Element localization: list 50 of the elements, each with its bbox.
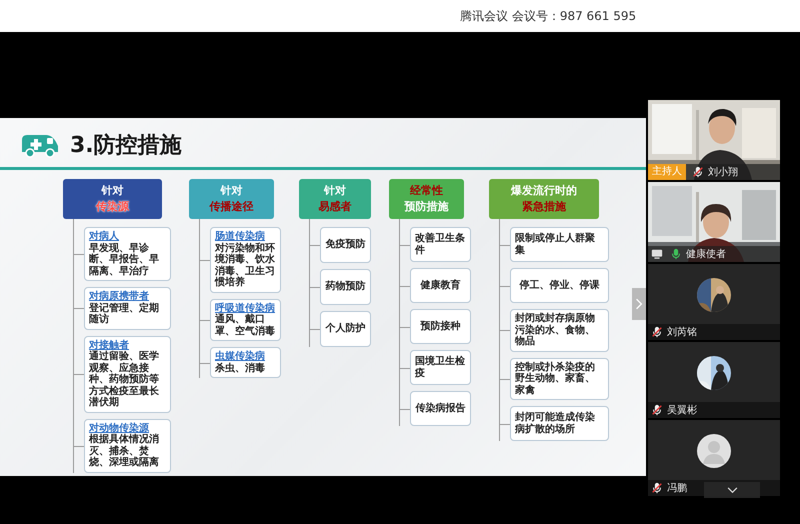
card-text: 健康教育 <box>420 280 460 292</box>
ambulance-icon <box>20 132 60 158</box>
card-text: 根据具体情况消灭、捕杀、焚烧、深埋或隔离 <box>89 434 160 468</box>
card-text: 对污染物和环境消毒、饮水消毒、卫生习惯培养 <box>215 242 276 288</box>
header-text: 针对 <box>324 183 346 199</box>
host-badge: 主持人 <box>648 164 686 180</box>
screen-icon <box>651 248 663 260</box>
chevron-right-icon <box>635 297 643 311</box>
header-text: 爆发流行时的 <box>511 183 578 199</box>
card-heading: 对病人 <box>89 231 120 242</box>
header-text: 易感者 <box>318 199 352 215</box>
card-heading: 肠道传染病 <box>215 231 266 242</box>
card-text: 停工、停业、停课 <box>520 280 600 292</box>
header-text: 针对 <box>220 183 242 199</box>
card-text: 封闭可能造成传染病扩散的场所 <box>515 412 596 435</box>
card-text: 预防接种 <box>420 320 460 332</box>
header-text: 传染源 <box>96 199 130 215</box>
participant-name: 刘小翔 <box>708 166 738 179</box>
card-text: 改善卫生条件 <box>415 233 466 256</box>
participant-name: 吴翼彬 <box>667 404 697 417</box>
participant-name: 冯鹏 <box>667 482 687 495</box>
next-page-button[interactable] <box>632 288 646 320</box>
card-text: 通过留验、医学观察、应急接种、药物预防等方式检疫至最长潜伏期 <box>89 351 160 408</box>
card-heading: 对病原携带者 <box>89 291 150 302</box>
avatar-icon <box>697 434 731 468</box>
card-text: 传染病报告 <box>416 402 466 414</box>
card-text: 药物预防 <box>326 281 366 293</box>
card-heading: 呼吸道传染病 <box>215 302 276 314</box>
header-text: 预防措施 <box>404 199 449 215</box>
card-text: 个人防护 <box>326 323 366 335</box>
card-text: 国境卫生检疫 <box>415 356 466 379</box>
card-text: 限制或停止人群聚集 <box>515 233 596 256</box>
meeting-title: 腾讯会议 会议号：987 661 595 <box>460 8 636 24</box>
header-text: 经常性 <box>410 183 444 199</box>
card-text: 杀虫、消毒 <box>215 362 266 374</box>
header-text: 传播途径 <box>209 199 254 215</box>
header-text: 针对 <box>102 183 124 199</box>
card-text: 早发现、早诊断、早报告、早隔离、早治疗 <box>89 242 160 277</box>
participant-name: 刘芮铭 <box>667 326 697 339</box>
participant-name: 健康使者 <box>686 248 726 261</box>
card-text: 免疫预防 <box>326 239 366 251</box>
card-heading: 虫媒传染病 <box>215 351 266 362</box>
card-heading: 对动物传染源 <box>89 422 150 434</box>
slide-title: 3.防控措施 <box>70 132 182 160</box>
card-text: 登记管理、定期随访 <box>89 302 160 326</box>
card-text: 封闭或封存病原物污染的水、食物、物品 <box>515 313 596 348</box>
card-text: 控制或扑杀染疫的野生动物、家畜、家禽 <box>515 362 596 396</box>
card-text: 通风、戴口罩、空气消毒 <box>215 314 276 337</box>
card-heading: 对接触者 <box>89 340 130 350</box>
header-text: 紧急措施 <box>522 199 566 215</box>
